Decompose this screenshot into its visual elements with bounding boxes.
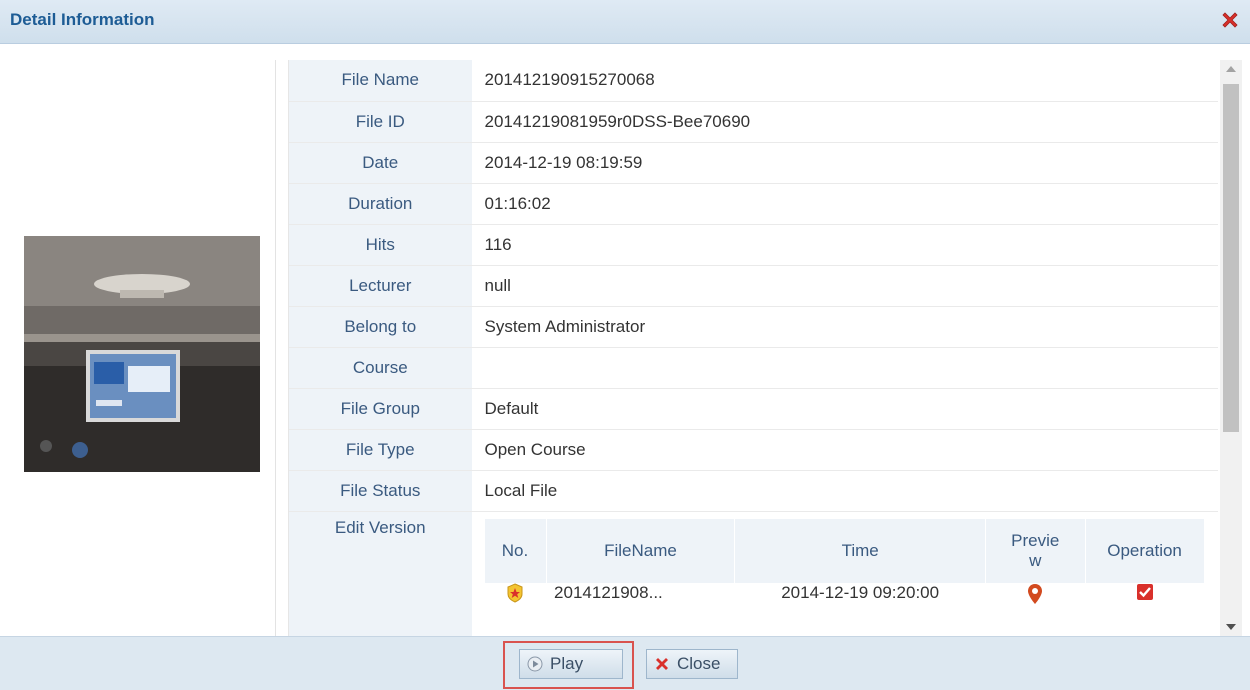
filename-cell: 2014121908... [546, 582, 735, 636]
table-row: 2014121908... 2014-12-19 09:20:00 [484, 582, 1204, 636]
play-circle-icon [527, 656, 543, 672]
video-thumbnail [24, 236, 260, 472]
detail-label: File Name [289, 60, 473, 102]
dialog-title: Detail Information [10, 10, 155, 29]
close-icon[interactable] [1220, 10, 1240, 30]
detail-table: File Name 201412190915270068 File ID 201… [289, 60, 1218, 636]
detail-value: System Administrator [472, 306, 1218, 348]
detail-label: File Group [289, 388, 473, 430]
detail-dialog: Detail Information File Name 20141219091… [0, 0, 1250, 690]
detail-row-file-group: File Group Default [289, 388, 1218, 430]
edit-version-cell: No. FileName Time Previe w Operation 201… [472, 511, 1218, 636]
detail-label: Course [289, 347, 473, 389]
detail-row-lecturer: Lecturer null [289, 265, 1218, 307]
row-number-cell [484, 582, 547, 636]
col-header-preview: Previe w [985, 518, 1086, 583]
detail-label: Belong to [289, 306, 473, 348]
detail-value: 2014-12-19 08:19:59 [472, 142, 1218, 184]
detail-value: Open Course [472, 429, 1218, 471]
detail-row-file-status: File Status Local File [289, 470, 1218, 512]
version-header-row: No. FileName Time Previe w Operation [484, 518, 1205, 583]
detail-label: Hits [289, 224, 473, 266]
col-header-operation: Operation [1085, 518, 1205, 583]
preview-cell [985, 582, 1086, 636]
detail-label: Edit Version [289, 511, 473, 636]
detail-row-file-id: File ID 20141219081959r0DSS-Bee70690 [289, 101, 1218, 143]
operation-cell [1085, 582, 1204, 636]
star-badge-icon [507, 582, 523, 603]
detail-value: Local File [472, 470, 1218, 512]
detail-value: null [472, 265, 1218, 307]
dialog-footer: Play Close [0, 636, 1250, 690]
detail-row-duration: Duration 01:16:02 [289, 183, 1218, 225]
detail-row-hits: Hits 116 [289, 224, 1218, 266]
info-area: File Name 201412190915270068 File ID 201… [288, 60, 1218, 636]
detail-label: Date [289, 142, 473, 184]
edit-version-table: No. FileName Time Previe w Operation 201… [484, 518, 1205, 636]
scroll-down-arrow-icon[interactable] [1226, 624, 1236, 630]
col-header-preview-line2: w [1029, 550, 1042, 570]
detail-value: 20141219081959r0DSS-Bee70690 [472, 101, 1218, 143]
detail-value: Default [472, 388, 1218, 430]
play-button[interactable]: Play [519, 649, 623, 679]
thumbnail-column [8, 60, 276, 636]
detail-row-file-name: File Name 201412190915270068 [289, 60, 1218, 102]
detail-label: File Status [289, 470, 473, 512]
detail-row-file-type: File Type Open Course [289, 429, 1218, 471]
detail-value: 01:16:02 [472, 183, 1218, 225]
detail-label: File ID [289, 101, 473, 143]
detail-label: File Type [289, 429, 473, 471]
detail-row-date: Date 2014-12-19 08:19:59 [289, 142, 1218, 184]
detail-label: Duration [289, 183, 473, 225]
red-x-icon [656, 658, 668, 670]
detail-row-course: Course [289, 347, 1218, 389]
col-header-filename: FileName [546, 518, 736, 583]
detail-row-edit-version: Edit Version No. FileName Time Previe w … [289, 511, 1218, 636]
map-pin-icon[interactable] [1027, 583, 1043, 605]
detail-value: 201412190915270068 [472, 60, 1218, 102]
scroll-thumb[interactable] [1223, 84, 1239, 432]
play-button-label: Play [550, 654, 584, 673]
vertical-scrollbar[interactable] [1220, 60, 1242, 636]
time-cell: 2014-12-19 09:20:00 [734, 582, 986, 636]
checked-box-icon[interactable] [1136, 583, 1154, 601]
col-header-no: No. [484, 518, 547, 583]
detail-value [472, 347, 1218, 389]
title-bar: Detail Information [0, 0, 1250, 44]
col-header-time: Time [734, 518, 986, 583]
detail-content: File Name 201412190915270068 File ID 201… [8, 52, 1242, 636]
scroll-up-arrow-icon[interactable] [1226, 66, 1236, 72]
close-button[interactable]: Close [646, 649, 738, 679]
detail-label: Lecturer [289, 265, 473, 307]
close-button-label: Close [677, 654, 721, 673]
col-header-preview-line1: Previe [1011, 530, 1060, 550]
detail-value: 116 [472, 224, 1218, 266]
detail-row-belong-to: Belong to System Administrator [289, 306, 1218, 348]
